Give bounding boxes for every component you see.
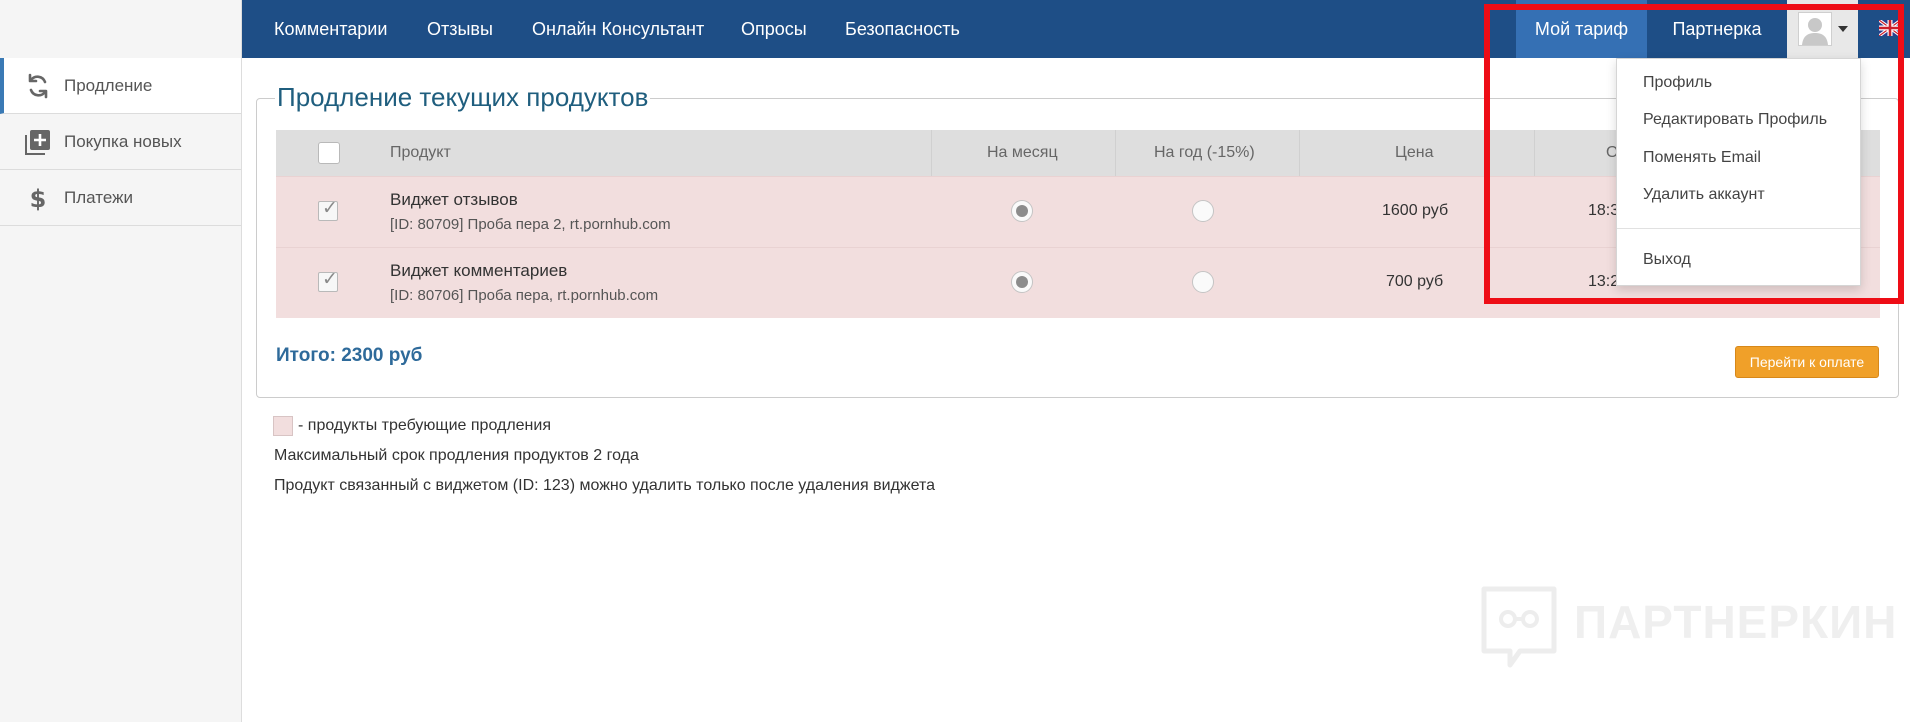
sidebar-item-payments[interactable]: $ Платежи: [0, 170, 241, 226]
widget-deletion-note: Продукт связанный с виджетом (ID: 123) м…: [274, 477, 936, 494]
legend-swatch: [273, 416, 293, 436]
svg-text:$: $: [30, 185, 47, 211]
sidebar: Продление Покупка новых $ Платежи: [0, 0, 242, 722]
avatar-icon: [1797, 12, 1832, 46]
sidebar-item-label: Платежи: [64, 187, 133, 207]
product-price: 1600 руб: [1382, 202, 1449, 219]
year-radio[interactable]: [1192, 200, 1214, 222]
month-radio[interactable]: [1011, 200, 1033, 222]
product-date: 18:3: [1588, 202, 1620, 219]
refresh-icon: [18, 73, 58, 99]
page-title: Продление текущих продуктов: [275, 82, 651, 113]
sidebar-item-label: Продление: [64, 75, 153, 95]
chevron-down-icon: [1837, 26, 1848, 32]
row-checkbox[interactable]: ✓: [318, 270, 338, 292]
header-product: Продукт: [390, 144, 451, 161]
menu-item-edit-profile[interactable]: Редактировать Профиль: [1643, 111, 1827, 129]
sidebar-item-label: Покупка новых: [64, 131, 182, 151]
nav-my-tariff[interactable]: Мой тариф: [1516, 0, 1647, 58]
legend-text: - продукты требующие продления: [298, 417, 551, 434]
sidebar-item-renewal[interactable]: Продление: [0, 58, 241, 114]
menu-item-logout[interactable]: Выход: [1643, 251, 1691, 269]
nav-polls[interactable]: Опросы: [741, 0, 807, 58]
header-year: На год (-15%): [1154, 144, 1255, 161]
menu-item-delete-account[interactable]: Удалить аккаунт: [1643, 186, 1765, 204]
menu-divider: [1617, 228, 1860, 229]
header-price: Цена: [1395, 144, 1434, 161]
menu-item-profile[interactable]: Профиль: [1643, 74, 1712, 92]
nav-reviews[interactable]: Отзывы: [427, 0, 493, 58]
top-navigation: Комментарии Отзывы Онлайн Консультант Оп…: [242, 0, 1910, 58]
nav-partner[interactable]: Партнерка: [1647, 0, 1787, 58]
menu-item-change-email[interactable]: Поменять Email: [1643, 149, 1761, 167]
nav-security[interactable]: Безопасность: [845, 0, 960, 58]
year-radio[interactable]: [1192, 271, 1214, 293]
user-menu-toggle[interactable]: [1787, 0, 1858, 58]
dollar-icon: $: [18, 185, 58, 211]
sidebar-item-buy-new[interactable]: Покупка новых: [0, 114, 241, 170]
nav-online-consultant[interactable]: Онлайн Консультант: [532, 0, 704, 58]
month-radio[interactable]: [1011, 271, 1033, 293]
user-dropdown-menu: Профиль Редактировать Профиль Поменять E…: [1616, 58, 1861, 286]
product-name: Виджет комментариев: [390, 261, 568, 280]
watermark: ПАРТНЕРКИН: [1480, 585, 1896, 675]
add-box-icon: [18, 129, 58, 155]
header-month: На месяц: [987, 144, 1058, 161]
watermark-text: ПАРТНЕРКИН: [1574, 596, 1898, 648]
row-checkbox[interactable]: ✓: [318, 199, 338, 221]
proceed-to-payment-button[interactable]: Перейти к оплате: [1735, 346, 1879, 378]
product-details: [ID: 80709] Проба пера 2, rt.pornhub.com: [390, 216, 671, 233]
uk-flag-icon[interactable]: [1879, 20, 1901, 36]
product-details: [ID: 80706] Проба пера, rt.pornhub.com: [390, 287, 659, 304]
total-amount: Итого: 2300 руб: [276, 345, 423, 366]
product-price: 700 руб: [1386, 273, 1444, 290]
watermark-logo-icon: [1481, 586, 1557, 668]
product-name: Виджет отзывов: [390, 190, 518, 209]
nav-comments[interactable]: Комментарии: [274, 0, 387, 58]
max-term-note: Максимальный срок продления продуктов 2 …: [274, 447, 639, 464]
select-all-checkbox[interactable]: [318, 142, 340, 164]
